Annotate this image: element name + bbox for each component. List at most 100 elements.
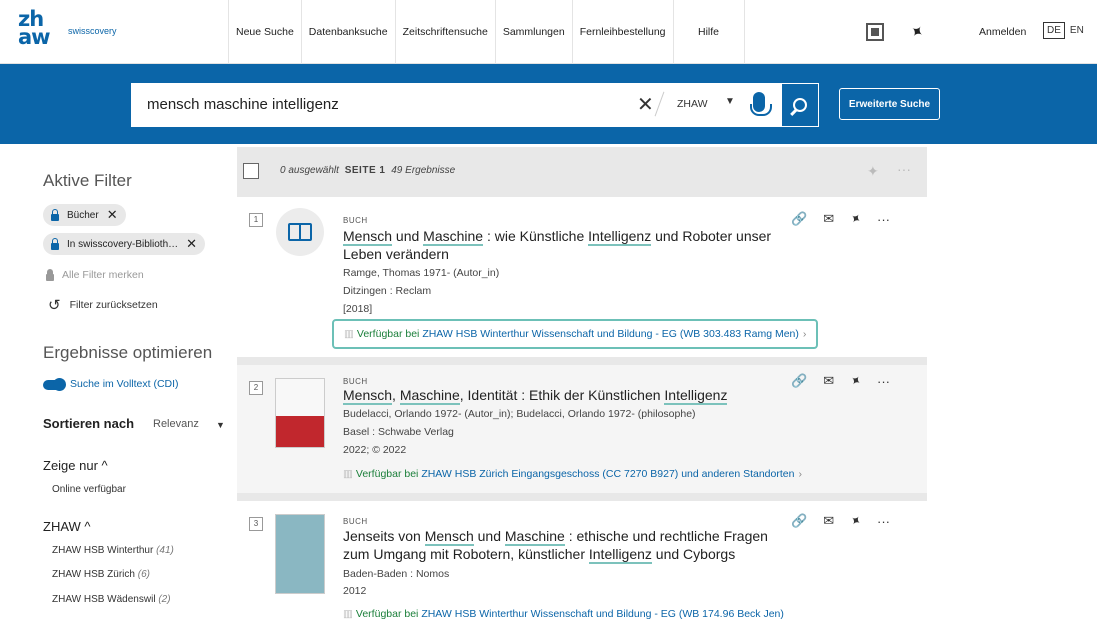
qr-code-icon[interactable] (866, 23, 884, 41)
close-icon[interactable]: ✕ (107, 207, 118, 223)
login-link[interactable]: Anmelden (979, 26, 1026, 38)
result-author: Budelacci, Orlando 1972- (Autor_in); Bud… (343, 408, 696, 420)
advanced-search-button[interactable]: Erweiterte Suche (839, 88, 940, 120)
book-icon (276, 208, 324, 256)
more-icon[interactable]: ··· (897, 161, 911, 177)
facet-library-count: (6) (137, 569, 150, 580)
result-number: 3 (249, 517, 263, 531)
search-query-text[interactable]: mensch maschine intelligenz (147, 96, 339, 113)
link-icon[interactable]: 🔗 (791, 513, 807, 529)
active-filters-title: Aktive Filter (43, 171, 132, 190)
chip-label: In swisscovery-Biblioth… (67, 238, 179, 250)
facet-library-item[interactable]: ZHAW HSB Zürich (6) (52, 569, 150, 580)
library-icon: ▥ (343, 468, 353, 480)
email-icon[interactable]: ✉ (823, 373, 834, 389)
facet-zhaw[interactable]: ZHAW ^ (43, 519, 91, 534)
reset-filters-button[interactable]: ↺ Filter zurücksetzen (48, 296, 158, 314)
fulltext-toggle-label[interactable]: Suche im Volltext (CDI) (70, 378, 179, 390)
result-number: 1 (249, 213, 263, 227)
book-cover-image[interactable] (275, 514, 325, 594)
facet-library-count: (41) (156, 545, 174, 556)
pin-icon[interactable]: ✦ (846, 511, 865, 530)
facet-library-count: (2) (158, 594, 171, 605)
nav-collections[interactable]: Sammlungen (494, 0, 572, 64)
scope-select[interactable]: ZHAW (677, 98, 708, 110)
book-cover-image[interactable] (275, 378, 325, 448)
language-switch: DE EN (1043, 22, 1084, 39)
zhaw-logo[interactable]: zh aw (18, 9, 60, 54)
facet-online-available[interactable]: Online verfügbar (52, 484, 126, 495)
filter-chip-library[interactable]: In swisscovery-Biblioth… ✕ (43, 233, 206, 255)
nav-new-search[interactable]: Neue Suche (228, 0, 301, 64)
lock-icon (51, 208, 59, 221)
result-title[interactable]: Mensch, Maschine, Identität : Ethik der … (343, 386, 783, 405)
result-title[interactable]: Jenseits von Mensch und Maschine : ethis… (343, 527, 783, 564)
sort-select[interactable]: Relevanz (153, 418, 199, 430)
result-title[interactable]: Mensch und Maschine : wie Künstliche Int… (343, 227, 783, 263)
facet-library-name: ZHAW HSB Wädenswil (52, 594, 156, 605)
result-publisher: Ditzingen : Reclam (343, 285, 432, 297)
select-all-checkbox[interactable] (243, 163, 259, 179)
pin-icon[interactable]: ✦ (846, 209, 865, 228)
result-year: [2018] (343, 303, 373, 315)
results-count: 49 Ergebnisse (391, 165, 456, 176)
remember-filters-button[interactable]: Alle Filter merken (46, 268, 144, 281)
result-actions: 🔗 ✉ ✦ ··· (791, 371, 906, 390)
more-icon[interactable]: ··· (877, 212, 890, 227)
facet-show-only-label: Zeige nur (43, 458, 98, 473)
result-actions: 🔗 ✉ ✦ ··· (791, 511, 906, 530)
remember-filters-label: Alle Filter merken (62, 269, 144, 281)
search-band: mensch maschine intelligenz ✕ ZHAW ▼ Erw… (0, 64, 1097, 144)
result-card[interactable]: 1 BUCH Mensch und Maschine : wie Künstli… (237, 197, 927, 365)
library-icon: ▥ (343, 608, 353, 620)
filter-chip-books[interactable]: Bücher ✕ (43, 204, 126, 226)
close-icon[interactable]: ✕ (186, 236, 197, 252)
chevron-right-icon: › (798, 468, 802, 480)
facet-library-item[interactable]: ZHAW HSB Wädenswil (2) (52, 594, 171, 605)
result-publisher: Basel : Schwabe Verlag (343, 426, 454, 438)
lang-de-button[interactable]: DE (1043, 22, 1065, 39)
link-icon[interactable]: 🔗 (791, 211, 807, 227)
email-icon[interactable]: ✉ (823, 513, 834, 529)
more-icon[interactable]: ··· (877, 514, 890, 529)
clear-icon[interactable]: ✕ (637, 92, 654, 117)
result-year: 2022; © 2022 (343, 444, 407, 456)
fulltext-toggle[interactable] (43, 378, 66, 391)
pin-icon[interactable]: ✦ (867, 163, 879, 180)
availability-link[interactable]: ▥ Verfügbar bei ZHAW HSB Winterthur Wisse… (343, 608, 784, 620)
chip-label: Bücher (67, 209, 99, 221)
more-icon[interactable]: ··· (877, 374, 890, 389)
search-divider (654, 91, 665, 117)
result-year: 2012 (343, 585, 367, 597)
reset-icon: ↺ (48, 297, 61, 314)
availability-link[interactable]: ▥ Verfügbar bei ZHAW HSB Winterthur Wisse… (332, 319, 819, 349)
pin-icon[interactable]: ✦ (846, 371, 865, 390)
search-button[interactable] (781, 83, 819, 127)
availability-link[interactable]: ▥ Verfügbar bei ZHAW HSB Zürich Eingangsg… (343, 468, 802, 480)
result-type: BUCH (343, 517, 368, 526)
brand-name[interactable]: swisscovery (68, 26, 117, 36)
result-number: 2 (249, 381, 263, 395)
lock-icon (51, 237, 59, 250)
selected-count: 0 ausgewählt (280, 165, 339, 176)
nav-help[interactable]: Hilfe (672, 0, 745, 64)
nav-journal-search[interactable]: Zeitschriftensuche (394, 0, 495, 64)
facet-show-only[interactable]: Zeige nur ^ (43, 458, 108, 473)
logo-line-2: aw (18, 25, 51, 49)
facet-library-item[interactable]: ZHAW HSB Winterthur (41) (52, 545, 174, 556)
chevron-down-icon[interactable]: ▼ (725, 96, 735, 107)
email-icon[interactable]: ✉ (823, 211, 834, 227)
pin-icon[interactable]: ✦ (905, 20, 927, 44)
result-card[interactable]: 2 BUCH Mensch, Maschine, Identität : Eth… (237, 365, 927, 501)
search-input[interactable]: mensch maschine intelligenz ✕ ZHAW ▼ (131, 83, 781, 127)
link-icon[interactable]: 🔗 (791, 373, 807, 389)
facet-library-name: ZHAW HSB Zürich (52, 569, 135, 580)
microphone-icon[interactable] (750, 92, 772, 116)
result-card[interactable]: 3 BUCH Jenseits von Mensch und Maschine … (237, 501, 927, 620)
facet-library-name: ZHAW HSB Winterthur (52, 545, 154, 556)
nav-interlibrary-loan[interactable]: Fernleihbestellung (571, 0, 673, 64)
chevron-down-icon[interactable]: ▼ (216, 420, 225, 430)
lang-en-button[interactable]: EN (1070, 25, 1084, 36)
result-publisher: Baden-Baden : Nomos (343, 568, 450, 580)
nav-database-search[interactable]: Datenbanksuche (300, 0, 395, 64)
